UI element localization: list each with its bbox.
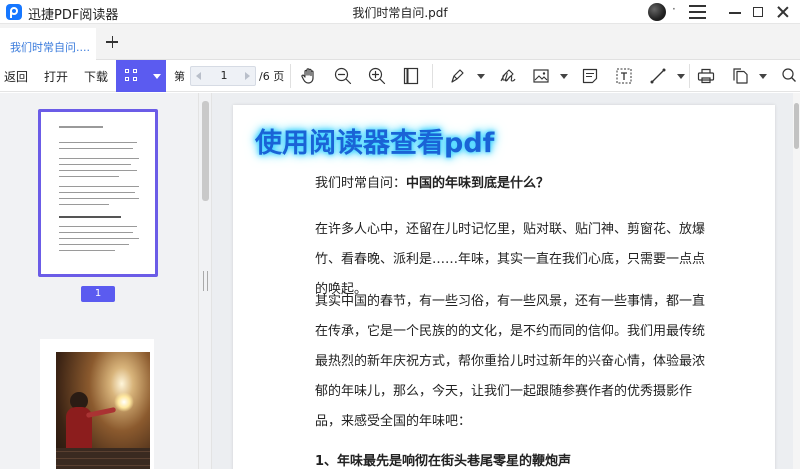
chevron-down-icon[interactable] bbox=[477, 74, 485, 79]
overlay-banner: 使用阅读器查看pdf bbox=[255, 128, 495, 159]
zoom-in-icon[interactable] bbox=[367, 66, 387, 86]
firecracker-photo bbox=[56, 352, 150, 469]
page-navigator: 1 bbox=[190, 66, 256, 86]
tab-label: 我们时常自问.... bbox=[10, 41, 90, 54]
grid-view-button[interactable] bbox=[116, 60, 166, 92]
print-icon[interactable] bbox=[696, 66, 716, 86]
chevron-down-icon[interactable] bbox=[677, 74, 685, 79]
prev-page-icon[interactable] bbox=[196, 72, 201, 80]
toolbar-divider bbox=[290, 64, 291, 88]
menu-icon[interactable] bbox=[684, 2, 710, 22]
thumbnail-sidebar: 1 bbox=[0, 93, 198, 469]
document-paragraph-2: 其实中国的春节，有一些习俗，有一些风景，还有一些事情，都一直在传承，它是一个民族… bbox=[315, 294, 706, 429]
user-avatar[interactable] bbox=[648, 3, 666, 21]
add-tab-icon[interactable] bbox=[102, 32, 122, 52]
toolbar: 返回 打开 下载 第 1 /6 页 bbox=[0, 60, 800, 92]
document-question: 我们时常自问：中国的年味到底是什么？ bbox=[315, 176, 550, 191]
document-heading-1: 1、年味最先是响彻在街头巷尾零星的鞭炮声 bbox=[315, 454, 572, 469]
page-total-label: /6 页 bbox=[259, 70, 285, 83]
zoom-out-icon[interactable] bbox=[333, 66, 353, 86]
line-tool-icon[interactable] bbox=[648, 66, 668, 86]
chevron-down-icon[interactable] bbox=[560, 74, 568, 79]
image-icon[interactable] bbox=[531, 66, 551, 86]
maximize-icon[interactable] bbox=[745, 2, 771, 22]
splitter-grip-icon[interactable] bbox=[203, 271, 208, 291]
chevron-down-icon[interactable] bbox=[759, 74, 767, 79]
text-box-icon[interactable] bbox=[614, 66, 634, 86]
close-icon[interactable] bbox=[770, 2, 796, 22]
page-number-badge: 1 bbox=[81, 286, 115, 302]
download-button[interactable]: 下载 bbox=[84, 68, 108, 85]
tab-bar: 我们时常自问.... bbox=[0, 24, 800, 60]
sidebar-scrollbar[interactable] bbox=[202, 101, 209, 201]
document-scrollbar[interactable] bbox=[793, 93, 800, 469]
hand-tool-icon[interactable] bbox=[299, 66, 319, 86]
open-button[interactable]: 打开 bbox=[44, 68, 68, 85]
sidebar-splitter[interactable] bbox=[198, 93, 212, 469]
note-icon[interactable] bbox=[580, 66, 600, 86]
toolbar-divider bbox=[432, 64, 433, 88]
app-logo-icon bbox=[6, 4, 22, 20]
copy-pages-icon[interactable] bbox=[730, 66, 750, 86]
toolbar-divider bbox=[689, 64, 690, 88]
next-page-icon[interactable] bbox=[245, 72, 250, 80]
tab-document[interactable]: 我们时常自问.... bbox=[0, 28, 96, 60]
search-icon[interactable] bbox=[780, 66, 800, 86]
page-prefix-label: 第 bbox=[174, 70, 185, 83]
fit-page-icon[interactable] bbox=[401, 66, 421, 86]
page-thumbnail-2[interactable] bbox=[40, 339, 154, 469]
title-bar: 迅捷PDF阅读器 我们时常自问.pdf · bbox=[0, 0, 800, 24]
page-thumbnail-1[interactable] bbox=[38, 109, 158, 277]
user-status-dot: · bbox=[672, 2, 676, 16]
document-title: 我们时常自问.pdf bbox=[352, 6, 448, 20]
back-button[interactable]: 返回 bbox=[4, 68, 28, 85]
document-page: 使用阅读器查看pdf 我们时常自问：中国的年味到底是什么？ 在许多人心中，还留在… bbox=[233, 105, 775, 469]
chevron-down-icon bbox=[153, 74, 161, 79]
signature-icon[interactable] bbox=[498, 66, 518, 86]
app-title: 迅捷PDF阅读器 bbox=[28, 8, 119, 23]
highlighter-icon[interactable] bbox=[448, 66, 468, 86]
document-viewer: 使用阅读器查看pdf 我们时常自问：中国的年味到底是什么？ 在许多人心中，还留在… bbox=[212, 93, 800, 469]
scrollbar-thumb[interactable] bbox=[794, 103, 799, 149]
page-number-input[interactable]: 1 bbox=[207, 69, 241, 82]
